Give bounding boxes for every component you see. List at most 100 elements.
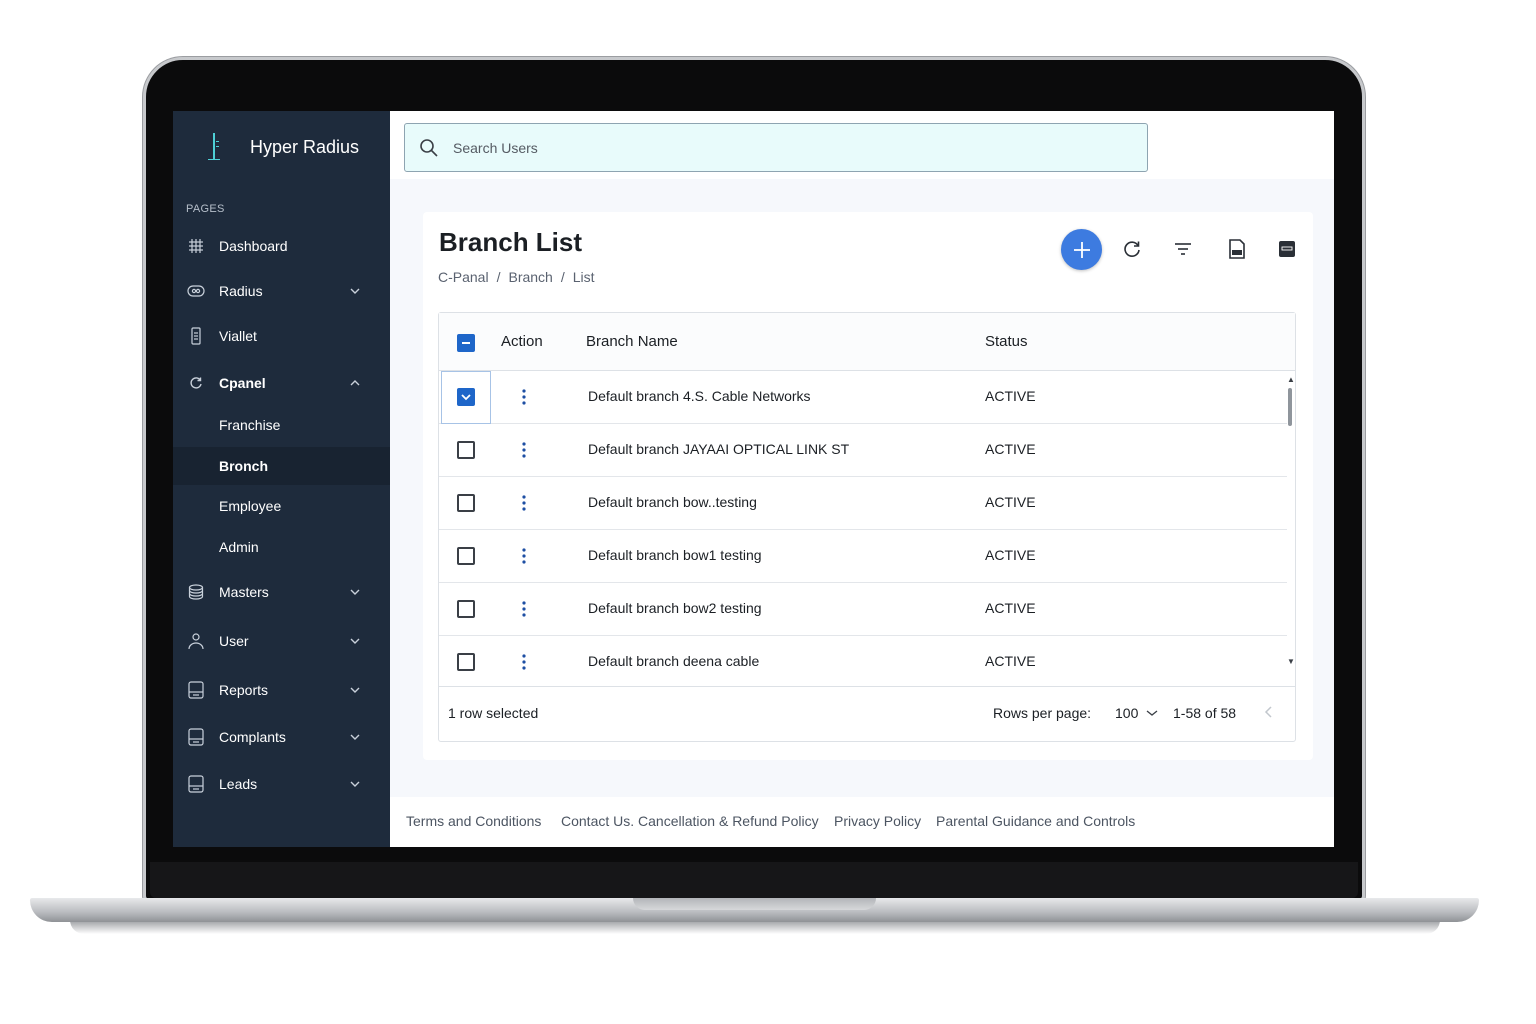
footer-link-privacy[interactable]: Privacy Policy <box>834 813 921 829</box>
branch-name-cell: Default branch 4.S. Cable Networks <box>588 388 811 404</box>
user-icon <box>187 632 205 650</box>
status-cell: ACTIVE <box>985 653 1036 669</box>
column-header-action[interactable]: Action <box>501 333 543 350</box>
table-row[interactable]: Default branch 4.S. Cable Networks ACTIVE <box>439 371 1287 424</box>
chevron-down-icon[interactable] <box>348 730 362 744</box>
table-header: Action Branch Name Status <box>439 313 1295 371</box>
footer-link-terms[interactable]: Terms and Conditions <box>406 813 541 829</box>
table-row[interactable]: Default branch bow..testing ACTIVE <box>439 477 1287 530</box>
row-checkbox[interactable] <box>457 494 475 512</box>
chevron-down-icon[interactable] <box>348 634 362 648</box>
filter-button[interactable] <box>1168 234 1198 264</box>
chevron-down-icon[interactable] <box>348 284 362 298</box>
sidebar-item-complants[interactable]: Complants <box>173 719 390 755</box>
sidebar-item-label: Leads <box>219 776 258 792</box>
grid-icon <box>187 237 205 255</box>
rows-per-page-select[interactable]: 100 <box>1115 705 1138 721</box>
column-header-branch-name[interactable]: Branch Name <box>586 333 678 350</box>
footer-link-contact-refund[interactable]: Contact Us. Cancellation & Refund Policy <box>561 813 819 829</box>
sidebar-item-masters[interactable]: Masters <box>173 574 390 610</box>
row-checkbox[interactable] <box>457 653 475 671</box>
row-actions-kebab-icon[interactable] <box>521 388 527 406</box>
breadcrumb: C-Panal / Branch / List <box>438 269 595 285</box>
selected-count: 1 row selected <box>448 705 539 721</box>
complaints-icon <box>187 728 205 746</box>
column-header-status[interactable]: Status <box>985 333 1028 350</box>
scroll-up-icon[interactable]: ▲ <box>1287 375 1295 384</box>
refresh-button[interactable] <box>1117 234 1147 264</box>
sidebar-item-label: Cpanel <box>219 375 266 391</box>
columns-icon <box>1279 241 1295 257</box>
wallet-icon <box>187 327 205 345</box>
sidebar-item-label: Radius <box>219 283 263 299</box>
sidebar-item-label: Viallet <box>219 328 257 344</box>
row-actions-kebab-icon[interactable] <box>521 600 527 618</box>
screen: Hyper Radius PAGES Dashboard Radius Vial… <box>173 111 1334 847</box>
chevron-down-icon[interactable] <box>348 777 362 791</box>
breadcrumb-item-list: List <box>572 269 595 285</box>
sidebar-subitem-label: Admin <box>219 539 259 555</box>
sidebar-item-reports[interactable]: Reports <box>173 672 390 708</box>
row-checkbox[interactable] <box>457 388 475 406</box>
status-cell: ACTIVE <box>985 441 1036 457</box>
refresh-icon <box>1124 241 1140 257</box>
table-scrollbar[interactable]: ▲ ▼ <box>1285 373 1295 685</box>
sidebar-item-viallet[interactable]: Viallet <box>173 318 390 354</box>
breadcrumb-item-cpanal[interactable]: C-Panal <box>438 269 489 285</box>
chevron-down-icon[interactable] <box>348 683 362 697</box>
chevron-up-icon[interactable] <box>348 376 362 390</box>
sidebar-item-radius[interactable]: Radius <box>173 273 390 309</box>
select-all-checkbox[interactable] <box>457 334 475 352</box>
plus-icon <box>1073 241 1090 258</box>
row-actions-kebab-icon[interactable] <box>521 441 527 459</box>
scrollbar-thumb[interactable] <box>1288 388 1292 426</box>
sidebar-subitem-franchise[interactable]: Franchise <box>173 406 390 444</box>
search-icon <box>420 139 438 157</box>
sidebar-item-user[interactable]: User <box>173 623 390 659</box>
sidebar-item-label: Masters <box>219 584 269 600</box>
brand-name: Hyper Radius <box>250 136 360 157</box>
search-input[interactable] <box>453 136 1053 160</box>
chevron-down-icon[interactable] <box>1145 707 1159 719</box>
sidebar-item-cpanel[interactable]: Cpanel <box>173 365 390 401</box>
sidebar-subitem-bronch[interactable]: Bronch <box>173 447 390 485</box>
leads-icon <box>187 775 205 793</box>
csv-file-icon <box>1229 239 1245 259</box>
brand-logo-icon <box>203 131 225 163</box>
brand[interactable]: Hyper Radius <box>203 129 359 165</box>
page-title: Branch List <box>439 227 583 257</box>
laptop-notch <box>633 898 876 910</box>
columns-button[interactable] <box>1272 234 1302 264</box>
breadcrumb-separator: / <box>560 269 565 285</box>
sidebar-item-label: Dashboard <box>219 238 288 254</box>
add-branch-button[interactable] <box>1061 229 1102 270</box>
filter-icon <box>1175 243 1191 255</box>
table-row[interactable]: Default branch bow2 testing ACTIVE <box>439 583 1287 636</box>
export-csv-button[interactable] <box>1222 234 1252 264</box>
sidebar-subitem-employee[interactable]: Employee <box>173 487 390 525</box>
search-bar[interactable] <box>404 123 1148 172</box>
sidebar-item-label: User <box>219 633 249 649</box>
previous-page-icon[interactable] <box>1262 704 1276 720</box>
page-footer: Terms and Conditions Contact Us. Cancell… <box>390 797 1334 847</box>
sidebar-item-leads[interactable]: Leads <box>173 766 390 802</box>
sidebar: Hyper Radius PAGES Dashboard Radius Vial… <box>173 111 390 847</box>
row-actions-kebab-icon[interactable] <box>521 494 527 512</box>
table-row[interactable]: Default branch deena cable ACTIVE <box>439 636 1287 689</box>
row-actions-kebab-icon[interactable] <box>521 653 527 671</box>
row-checkbox[interactable] <box>457 547 475 565</box>
chevron-down-icon[interactable] <box>348 585 362 599</box>
footer-link-parental[interactable]: Parental Guidance and Controls <box>936 813 1135 829</box>
row-actions-kebab-icon[interactable] <box>521 547 527 565</box>
table-row[interactable]: Default branch bow1 testing ACTIVE <box>439 530 1287 583</box>
breadcrumb-item-branch[interactable]: Branch <box>508 269 552 285</box>
sidebar-subitem-admin[interactable]: Admin <box>173 528 390 566</box>
rows-per-page-label: Rows per page: <box>993 705 1092 721</box>
row-checkbox[interactable] <box>457 600 475 618</box>
row-checkbox[interactable] <box>457 441 475 459</box>
sidebar-item-dashboard[interactable]: Dashboard <box>173 228 390 264</box>
laptop-bezel <box>150 862 1358 898</box>
scroll-down-icon[interactable]: ▼ <box>1287 657 1295 666</box>
table-row[interactable]: Default branch JAYAAI OPTICAL LINK ST ACT… <box>439 424 1287 477</box>
sidebar-subitem-label: Employee <box>219 498 282 514</box>
